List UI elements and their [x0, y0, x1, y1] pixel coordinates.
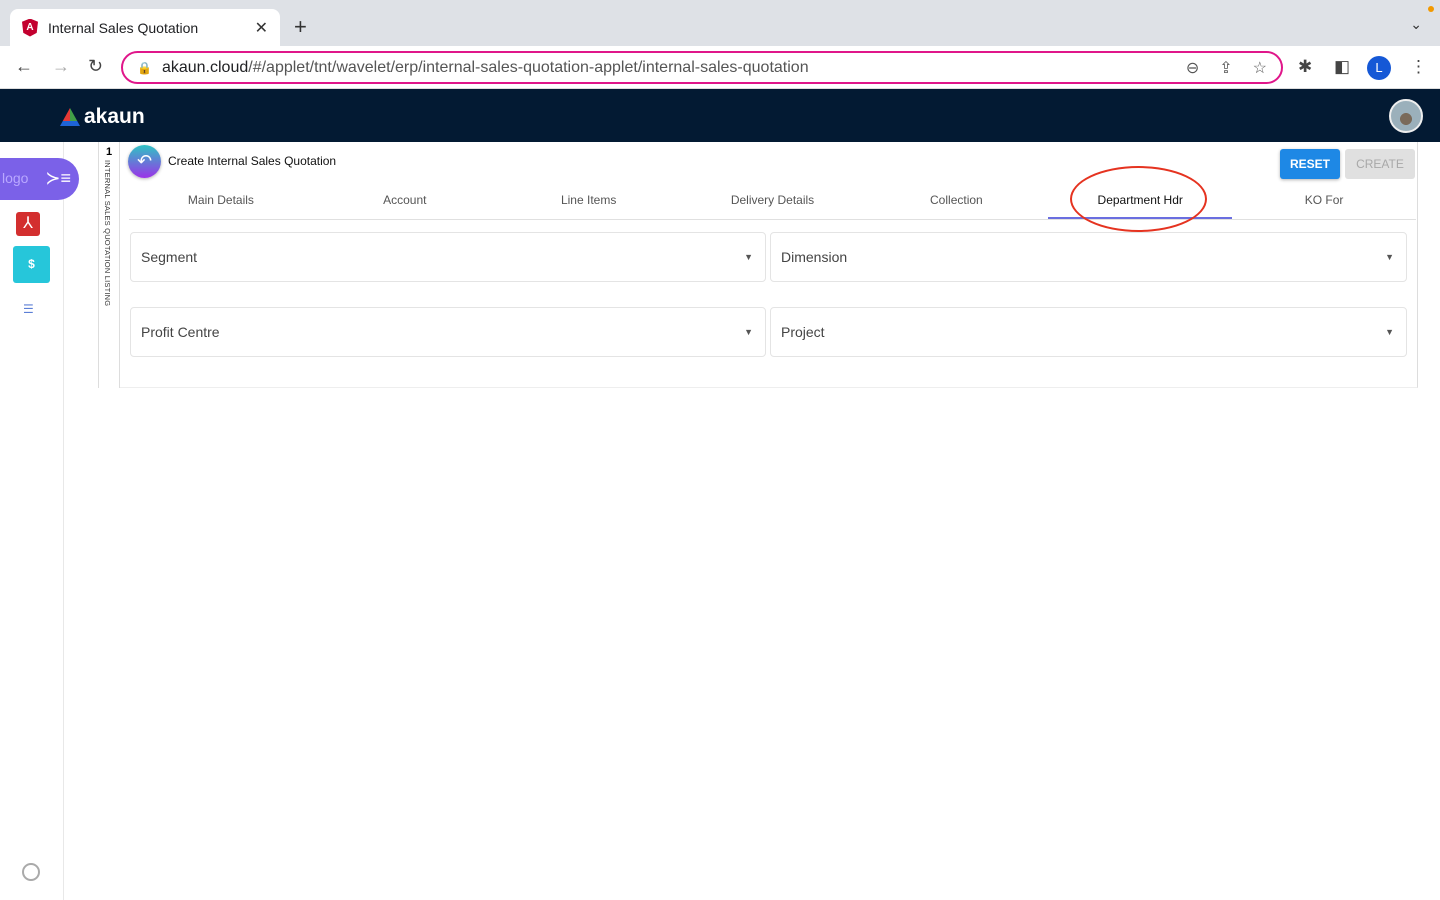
tab-collection[interactable]: Collection	[864, 180, 1048, 219]
dimension-select[interactable]: Dimension ▼	[770, 232, 1407, 282]
tab-bar: Main Details Account Line Items Delivery…	[129, 180, 1416, 220]
reload-icon[interactable]: ↻	[88, 56, 103, 77]
tab-account[interactable]: Account	[313, 180, 497, 219]
akaun-logo[interactable]: akaun	[60, 105, 145, 129]
segment-label: Segment	[141, 249, 198, 265]
page-title: Create Internal Sales Quotation	[168, 154, 337, 168]
forward-icon[interactable]: →	[52, 56, 70, 77]
side-panel-icon[interactable]: ◧	[1334, 57, 1350, 77]
address-bar[interactable]: 🔒 akaun.cloud/#/applet/tnt/wavelet/erp/i…	[121, 51, 1283, 84]
user-avatar[interactable]	[1389, 99, 1423, 133]
url-path: /#/applet/tnt/wavelet/erp/internal-sales…	[248, 58, 809, 76]
quotation-app-icon[interactable]: $	[13, 246, 50, 283]
project-select[interactable]: Project ▼	[770, 307, 1407, 357]
angular-favicon-icon: A	[22, 18, 38, 37]
project-label: Project	[781, 324, 825, 340]
create-button[interactable]: CREATE	[1345, 149, 1415, 179]
browser-tab-bar: A Internal Sales Quotation ✕ + ⌄	[0, 0, 1440, 46]
sidebar: logo ≻≡ ⅄ $ ☰	[0, 142, 79, 900]
close-tab-icon[interactable]: ✕	[255, 18, 268, 38]
menu-expand-icon[interactable]: ≻≡	[45, 168, 71, 189]
broken-logo-image: logo	[2, 170, 29, 186]
reset-button[interactable]: RESET	[1280, 149, 1340, 179]
tab-delivery-details[interactable]: Delivery Details	[681, 180, 865, 219]
list-icon[interactable]: ☰	[23, 302, 34, 316]
new-tab-icon[interactable]: +	[294, 14, 307, 40]
sidebar-toggle[interactable]: logo ≻≡	[0, 158, 79, 200]
brand-name: akaun	[84, 105, 145, 128]
dropdown-arrow-icon: ▼	[1385, 252, 1394, 262]
extensions-icon[interactable]: ✱	[1298, 57, 1312, 77]
dropdown-arrow-icon: ▼	[744, 327, 753, 337]
tab-search-chevron-icon[interactable]: ⌄	[1410, 16, 1422, 33]
segment-select[interactable]: Segment ▼	[130, 232, 766, 282]
dropdown-arrow-icon: ▼	[744, 252, 753, 262]
pdf-app-icon[interactable]: ⅄	[16, 212, 40, 236]
profit-centre-select[interactable]: Profit Centre ▼	[130, 307, 766, 357]
highlight-circle-annotation	[1070, 166, 1207, 232]
listing-strip[interactable]: 1 INTERNAL SALES QUOTATION LISTING	[98, 142, 120, 388]
main-panel: ↶ Create Internal Sales Quotation RESET …	[120, 142, 1418, 388]
listing-label: INTERNAL SALES QUOTATION LISTING	[103, 160, 112, 307]
zoom-icon[interactable]: ⊖	[1186, 58, 1199, 78]
app-header: akaun	[0, 89, 1440, 142]
back-button[interactable]: ↶	[128, 145, 161, 178]
dimension-label: Dimension	[781, 249, 848, 265]
profit-centre-label: Profit Centre	[141, 324, 220, 340]
url-host: akaun.cloud	[161, 58, 249, 76]
browser-menu-icon[interactable]: ⋮	[1410, 57, 1427, 77]
profile-avatar[interactable]: L	[1367, 56, 1391, 80]
logo-triangle-icon	[60, 108, 80, 126]
tab-main-details[interactable]: Main Details	[129, 180, 313, 219]
lock-icon: 🔒	[137, 60, 152, 75]
bookmark-star-icon[interactable]: ☆	[1253, 58, 1267, 78]
back-icon[interactable]: ←	[15, 56, 33, 77]
tab-ko-for[interactable]: KO For	[1232, 180, 1416, 219]
update-dot-icon	[1428, 6, 1434, 12]
address-row: ← → ↻ 🔒 akaun.cloud/#/applet/tnt/wavelet…	[0, 46, 1440, 89]
tab-title: Internal Sales Quotation	[48, 19, 199, 36]
tab-line-items[interactable]: Line Items	[497, 180, 681, 219]
dropdown-arrow-icon: ▼	[1385, 327, 1394, 337]
user-settings-icon[interactable]	[22, 863, 40, 881]
share-icon[interactable]: ⇪	[1219, 58, 1232, 78]
browser-tab[interactable]: A Internal Sales Quotation ✕	[10, 9, 280, 46]
listing-count: 1	[106, 146, 113, 158]
